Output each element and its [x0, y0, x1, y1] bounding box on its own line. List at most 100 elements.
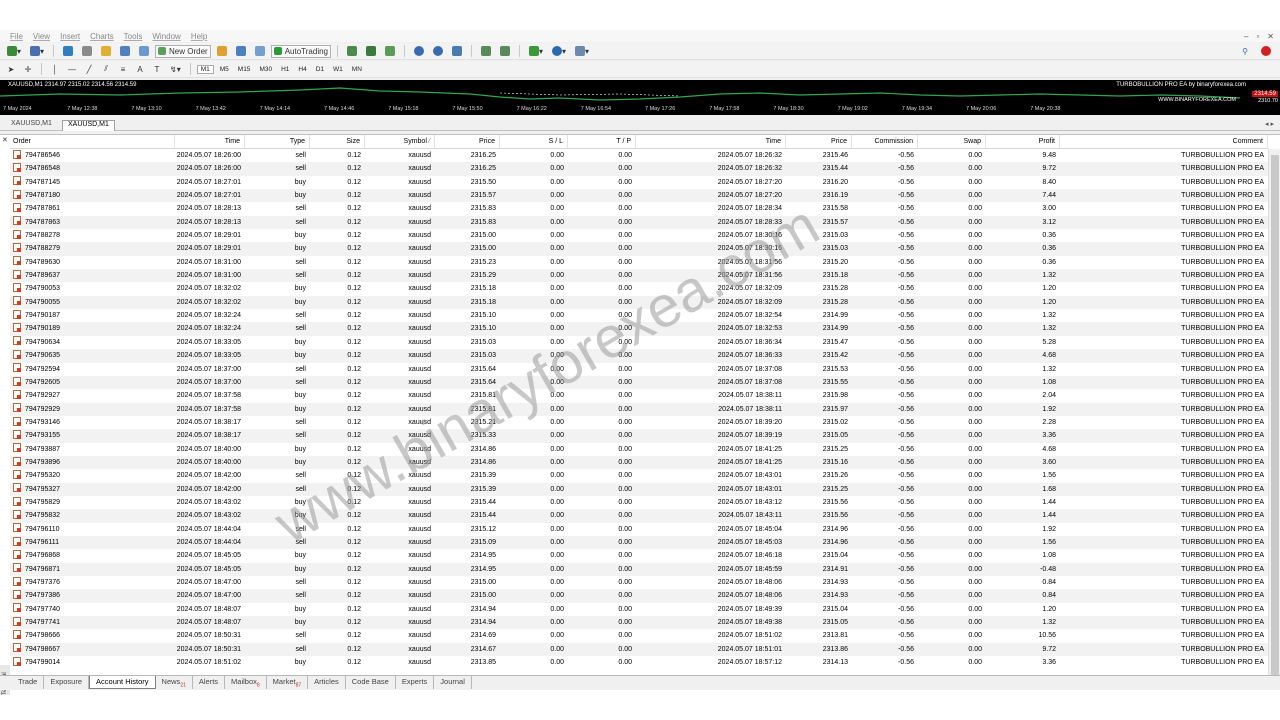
timeframe-d1[interactable]: D1 [313, 66, 327, 73]
table-row[interactable]: 794796111 2024.05.07 18:44:04 sell 0.12 xauu… [10, 535, 1268, 550]
chart-shift-icon[interactable] [497, 45, 513, 58]
timeframe-m15[interactable]: M15 [235, 66, 254, 73]
table-row[interactable]: 794797386 2024.05.07 18:47:00 sell 0.12 xauu… [10, 589, 1268, 603]
tab-market[interactable]: Market87 [267, 676, 309, 689]
table-row[interactable]: 794793155 2024.05.07 18:38:17 sell 0.12 xauu… [10, 429, 1268, 443]
tab-account-history[interactable]: Account History [89, 676, 156, 689]
table-row[interactable]: 794787861 2024.05.07 18:28:13 sell 0.12 xauu… [10, 202, 1268, 215]
timeframe-w1[interactable]: W1 [330, 66, 346, 73]
table-row[interactable]: 794793887 2024.05.07 18:40:00 buy 0.12 xauus… [10, 443, 1268, 456]
table-row[interactable]: 794790055 2024.05.07 18:32:02 buy 0.12 xauus… [10, 295, 1268, 310]
tab-articles[interactable]: Articles [308, 676, 346, 689]
indicators-icon[interactable]: ▾ [526, 45, 546, 58]
table-row[interactable]: 794797741 2024.05.07 18:48:07 buy 0.12 xauus… [10, 616, 1268, 630]
timeframe-m5[interactable]: M5 [217, 66, 232, 73]
data-window-icon[interactable] [79, 45, 95, 58]
tab-experts[interactable]: Experts [396, 676, 435, 689]
text-icon[interactable]: A [133, 63, 147, 76]
periods-icon[interactable]: ▾ [549, 45, 569, 58]
chart-tab[interactable]: XAUUSD,M1 [6, 120, 57, 131]
terminal-close-icon[interactable]: ✕ [2, 136, 8, 144]
col-sl[interactable]: S / L [500, 135, 568, 148]
table-row[interactable]: 794786546 2024.05.07 18:26:00 sell 0.12 xauu… [10, 149, 1268, 162]
vertical-scrollbar[interactable] [1268, 149, 1280, 676]
col-close-time[interactable]: Time [636, 135, 786, 148]
timeframe-mn[interactable]: MN [349, 66, 365, 73]
navigator-icon[interactable] [98, 45, 114, 58]
col-size[interactable]: Size [310, 135, 365, 148]
templates-icon[interactable]: ▾ [572, 45, 592, 58]
menu-charts[interactable]: Charts [90, 32, 114, 41]
table-row[interactable]: 794792929 2024.05.07 18:37:58 buy 0.12 xauus… [10, 402, 1268, 416]
tab-mailbox[interactable]: Mailbox8 [225, 676, 267, 689]
table-row[interactable]: 794799014 2024.05.07 18:51:02 buy 0.12 xauus… [10, 656, 1268, 669]
table-row[interactable]: 794792605 2024.05.07 18:37:00 sell 0.12 xauu… [10, 375, 1268, 390]
col-symbol[interactable]: Symbol ⁄ [365, 135, 435, 148]
table-row[interactable]: 794796871 2024.05.07 18:45:05 buy 0.12 xauus… [10, 562, 1268, 576]
cursor-icon[interactable]: ➤ [4, 63, 18, 76]
table-row[interactable]: 794792594 2024.05.07 18:37:00 sell 0.12 xauu… [10, 363, 1268, 376]
table-row[interactable]: 794796110 2024.05.07 18:44:04 sell 0.12 xauu… [10, 523, 1268, 536]
tile-windows-icon[interactable] [449, 45, 465, 58]
table-row[interactable]: 794795327 2024.05.07 18:42:00 sell 0.12 xauu… [10, 482, 1268, 496]
col-swap[interactable]: Swap [918, 135, 986, 148]
minimize-icon[interactable]: – [1244, 32, 1248, 41]
close-icon[interactable]: ✕ [1267, 32, 1274, 41]
fibonacci-icon[interactable]: ≡ [116, 63, 130, 76]
menu-help[interactable]: Help [191, 32, 207, 41]
menu-window[interactable]: Window [152, 32, 180, 41]
vps-icon[interactable] [252, 45, 268, 58]
tab-scroll-arrows[interactable]: ◂ ▸ [1265, 120, 1274, 128]
scrollbar-thumb[interactable] [1271, 155, 1279, 675]
horizontal-line-icon[interactable]: — [65, 63, 79, 76]
tab-alerts[interactable]: Alerts [193, 676, 226, 689]
table-row[interactable]: 794790635 2024.05.07 18:33:05 buy 0.12 xauus… [10, 349, 1268, 363]
timeframe-h4[interactable]: H4 [295, 66, 309, 73]
alert-icon[interactable] [1258, 45, 1274, 58]
price-chart[interactable]: XAUUSD,M1 2314.97 2315.02 2314.56 2314.5… [0, 80, 1280, 115]
zoom-in-icon[interactable] [411, 45, 427, 58]
table-row[interactable]: 794795320 2024.05.07 18:42:00 sell 0.12 xauu… [10, 469, 1268, 482]
table-row[interactable]: 794788279 2024.05.07 18:29:01 buy 0.12 xauus… [10, 242, 1268, 256]
restore-icon[interactable]: ▫ [1256, 32, 1259, 41]
table-row[interactable]: 794787863 2024.05.07 18:28:13 sell 0.12 xauu… [10, 215, 1268, 230]
search-icon[interactable]: ⚲ [1238, 45, 1252, 58]
table-row[interactable]: 794790053 2024.05.07 18:32:02 buy 0.12 xauus… [10, 282, 1268, 295]
timeframe-m30[interactable]: M30 [256, 66, 275, 73]
table-row[interactable]: 794787180 2024.05.07 18:27:01 buy 0.12 xauus… [10, 189, 1268, 203]
col-comment[interactable]: Comment [1060, 135, 1268, 148]
signals-icon[interactable] [233, 45, 249, 58]
table-row[interactable]: 794786548 2024.05.07 18:26:00 sell 0.12 xauu… [10, 162, 1268, 176]
terminal-icon[interactable] [117, 45, 133, 58]
tester-icon[interactable] [136, 45, 152, 58]
table-row[interactable]: 794792927 2024.05.07 18:37:58 buy 0.12 xauus… [10, 389, 1268, 402]
table-row[interactable]: 794795829 2024.05.07 18:43:02 buy 0.12 xauus… [10, 496, 1268, 509]
table-row[interactable]: 794797740 2024.05.07 18:48:07 buy 0.12 xauus… [10, 603, 1268, 616]
table-row[interactable]: 794798666 2024.05.07 18:50:31 sell 0.12 xauu… [10, 629, 1268, 642]
table-row[interactable]: 794793896 2024.05.07 18:40:00 buy 0.12 xauus… [10, 455, 1268, 470]
menu-tools[interactable]: Tools [124, 32, 143, 41]
table-row[interactable]: 794797376 2024.05.07 18:47:00 sell 0.12 xauu… [10, 576, 1268, 589]
tab-exposure[interactable]: Exposure [44, 676, 90, 689]
table-row[interactable]: 794787145 2024.05.07 18:27:01 buy 0.12 xauus… [10, 176, 1268, 189]
autoscroll-icon[interactable] [478, 45, 494, 58]
table-row[interactable]: 794790634 2024.05.07 18:33:05 buy 0.12 xauus… [10, 336, 1268, 349]
menu-insert[interactable]: Insert [60, 32, 80, 41]
table-row[interactable]: 794790187 2024.05.07 18:32:24 sell 0.12 xauu… [10, 309, 1268, 322]
market-watch-icon[interactable] [60, 45, 76, 58]
chart-tab-active[interactable]: XAUUSD,M1 [62, 120, 115, 131]
bar-chart-icon[interactable] [344, 45, 360, 58]
line-chart-icon[interactable] [382, 45, 398, 58]
table-row[interactable]: 794790189 2024.05.07 18:32:24 sell 0.12 xauu… [10, 322, 1268, 336]
tab-journal[interactable]: Journal [434, 676, 472, 689]
col-close-price[interactable]: Price [786, 135, 852, 148]
metaeditor-icon[interactable] [214, 45, 230, 58]
menu-view[interactable]: View [33, 32, 50, 41]
col-open-time[interactable]: Time [175, 135, 245, 148]
tab-news[interactable]: News21 [156, 676, 193, 689]
col-profit[interactable]: Profit [986, 135, 1060, 148]
trendline-icon[interactable]: ╱ [82, 63, 96, 76]
zoom-out-icon[interactable] [430, 45, 446, 58]
table-row[interactable]: 794789630 2024.05.07 18:31:00 sell 0.12 xauu… [10, 256, 1268, 269]
arrows-icon[interactable]: ↯▾ [167, 63, 184, 76]
